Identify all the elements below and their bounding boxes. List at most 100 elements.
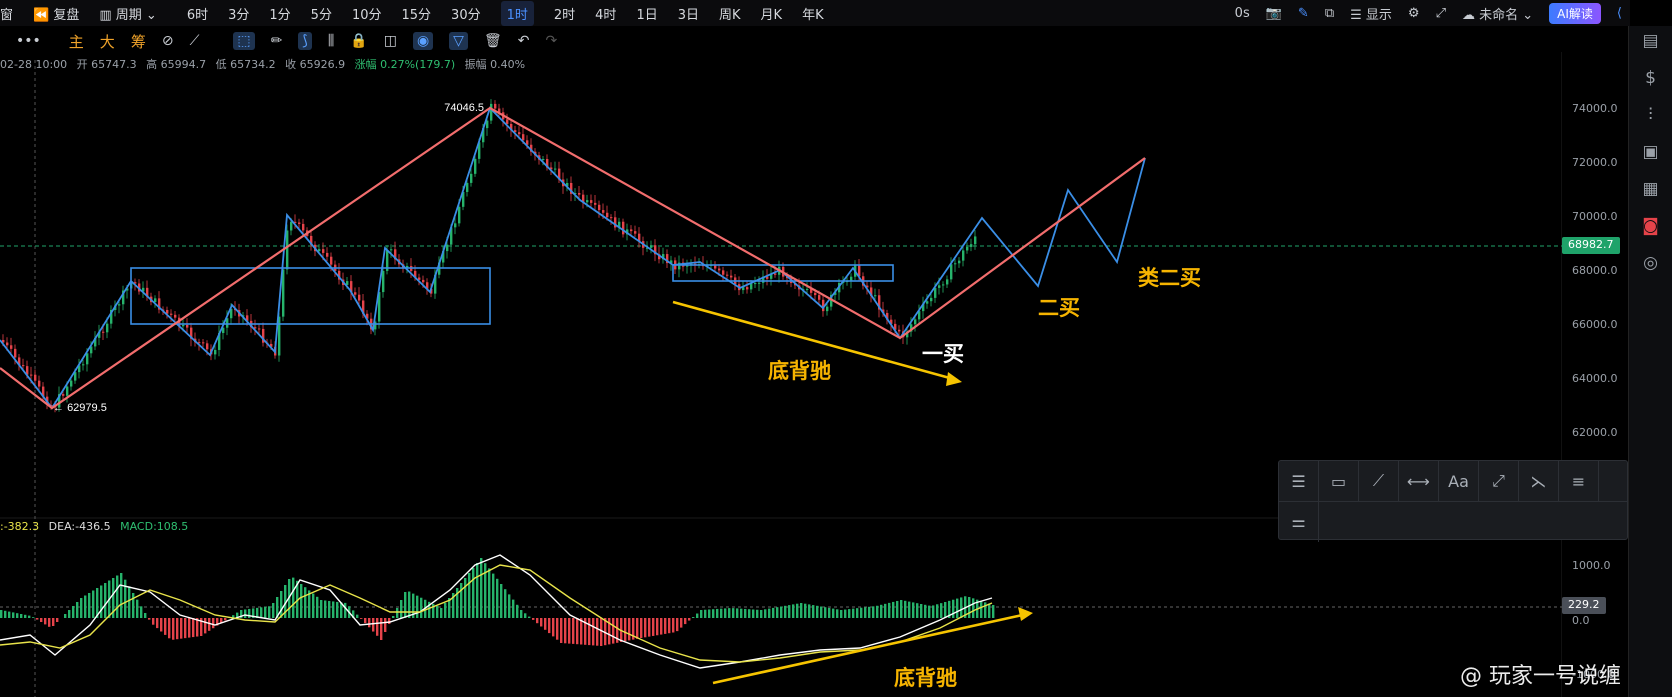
macd-bar: [20, 614, 23, 618]
monitor-icon[interactable]: ▣: [1640, 141, 1662, 163]
macd-bar: [84, 595, 87, 618]
macd-bar: [64, 614, 67, 618]
macd-bar: [416, 595, 419, 618]
text-icon[interactable]: Aa: [1439, 461, 1479, 501]
candle-body: [358, 294, 361, 301]
macd-bar: [592, 618, 595, 646]
candle-body: [950, 264, 953, 280]
macd-bar: [372, 618, 375, 632]
stroke-line-left[interactable]: [0, 106, 1146, 410]
candle-body: [754, 283, 757, 285]
candle-body: [38, 380, 41, 387]
candle-body: [874, 295, 877, 297]
macd-dif-value: :-382.3: [0, 520, 40, 533]
macd-bar: [88, 593, 91, 618]
macd-bar: [440, 608, 443, 618]
candle-body: [106, 323, 109, 333]
macd-bar: [396, 608, 399, 618]
macd-bar: [292, 577, 295, 618]
calendar-icon[interactable]: ▦: [1640, 178, 1662, 200]
macd-bar: [580, 618, 583, 645]
candle-body: [318, 249, 321, 252]
menu-icon[interactable]: ☰: [1279, 461, 1319, 501]
arrow-tool-icon[interactable]: ⤢: [1479, 461, 1519, 501]
macd-bar: [904, 600, 907, 618]
macd-bar: [72, 606, 75, 618]
macd-bar: [700, 610, 703, 618]
trend-line[interactable]: [0, 106, 1146, 410]
arrow-head-price: [946, 372, 962, 386]
macd-bar: [940, 603, 943, 618]
macd-bar: [628, 618, 631, 641]
macd-bar: [856, 608, 859, 618]
settings-circle-icon[interactable]: ◎: [1640, 252, 1662, 274]
macd-bar: [32, 617, 35, 618]
candle-body: [938, 285, 941, 288]
macd-bar: [728, 608, 731, 618]
macd-bar: [800, 603, 803, 618]
candle-body: [622, 221, 625, 235]
macd-bar: [624, 618, 627, 642]
price-chart[interactable]: 74046.5 ← 62979.5: [0, 0, 1562, 697]
candle-body: [6, 342, 9, 346]
watermark: @ 玩家一号说缠: [1460, 664, 1621, 689]
candle-body: [946, 279, 949, 285]
macd-bar: [212, 618, 215, 629]
macd-bar: [48, 618, 51, 627]
robot-icon[interactable]: ◙: [1640, 215, 1662, 237]
macd-bar: [936, 604, 939, 618]
horizontal-line-icon[interactable]: ⟷: [1399, 461, 1439, 501]
line-tool-icon[interactable]: ⟋: [1359, 461, 1399, 501]
drawing-tools-panel: ☰ ▭ ⟋ ⟷ Aa ⤢ ⋋ ≡ ⚌: [1278, 460, 1628, 542]
macd-bar: [944, 602, 947, 618]
macd-bar: [564, 618, 567, 644]
macd-bar: [968, 597, 971, 618]
document-icon[interactable]: ▤: [1640, 30, 1662, 52]
macd-bar: [568, 618, 571, 644]
macd-bar: [184, 618, 187, 639]
candle-body: [818, 295, 821, 300]
macd-bar: [836, 609, 839, 618]
macd-bar: [780, 606, 783, 618]
macd-bar: [540, 618, 543, 627]
candle-body: [490, 103, 493, 121]
fib-icon[interactable]: ⋋: [1519, 461, 1559, 501]
candle-body: [390, 249, 393, 251]
candle-body: [86, 353, 89, 365]
low-label-value: 62979.5: [67, 402, 107, 414]
candle-body: [774, 273, 777, 275]
sliders-icon[interactable]: ⚌: [1279, 501, 1319, 542]
macd-bar: [480, 558, 483, 618]
macd-bar: [388, 618, 391, 624]
candle-body: [302, 223, 305, 231]
filter-icon[interactable]: ≡: [1559, 461, 1599, 501]
macd-bar: [156, 618, 159, 629]
candle-body: [286, 230, 289, 270]
price-label: 72000.0: [1572, 156, 1618, 169]
macd-bar: [208, 618, 211, 631]
price-label: 64000.0: [1572, 372, 1618, 385]
macd-bar: [552, 618, 555, 637]
macd-bar: [640, 618, 643, 638]
candle-body: [606, 212, 609, 218]
annotation-buy1: 一买: [922, 342, 964, 366]
macd-bar: [912, 602, 915, 618]
macd-bar: [556, 618, 559, 640]
macd-bar: [100, 585, 103, 618]
macd-bar: [56, 618, 59, 622]
candle-body: [206, 343, 209, 350]
macd-bar: [80, 598, 83, 618]
candle-body: [22, 365, 25, 367]
chart-icon[interactable]: ⫶: [1640, 104, 1662, 126]
dollar-doc-icon[interactable]: $: [1640, 67, 1662, 89]
rectangle-icon[interactable]: ▭: [1319, 461, 1359, 501]
macd-bar: [644, 618, 647, 638]
share-icon[interactable]: ⟨: [1617, 6, 1622, 21]
macd-bar: [320, 600, 323, 618]
candle-body: [322, 249, 325, 253]
macd-bar: [764, 609, 767, 618]
macd-bar: [0, 610, 3, 618]
macd-bar: [828, 607, 831, 618]
macd-bar: [536, 618, 539, 624]
candle-body: [62, 394, 65, 396]
